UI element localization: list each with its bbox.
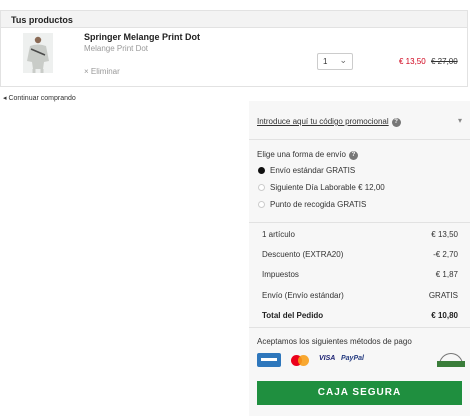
summary-value: € 13,50	[431, 230, 458, 239]
radio-icon[interactable]	[258, 201, 265, 208]
amex-icon	[257, 353, 281, 367]
summary-label: 1 artículo	[262, 230, 295, 239]
summary-row-items: 1 artículo € 13,50	[262, 230, 458, 239]
total-value: € 10,80	[431, 311, 458, 320]
order-summary-panel: Introduce aquí tu código promocional? ▾ …	[249, 101, 470, 416]
chevron-left-icon: ◂	[3, 95, 7, 102]
summary-value: -€ 2,70	[433, 250, 458, 259]
caret-down-icon[interactable]: ▾	[458, 116, 462, 125]
divider	[249, 139, 470, 140]
radio-icon[interactable]	[258, 184, 265, 191]
quantity-value: 1	[323, 57, 328, 66]
shipping-option-next-day[interactable]: Siguiente Día Laborable € 12,00	[258, 183, 385, 192]
cart-header: Tus productos	[1, 11, 467, 28]
promo-code-toggle[interactable]: Introduce aquí tu código promocional?	[257, 117, 401, 127]
shipping-option-standard[interactable]: Envío estándar GRATIS	[258, 166, 355, 175]
shipping-title: Elige una forma de envío?	[257, 150, 358, 160]
chevron-down-icon: ⌄	[339, 55, 347, 65]
summary-row-shipping: Envío (Envío estándar) GRATIS	[262, 291, 458, 300]
visa-logo: VISA	[319, 355, 336, 362]
shipping-option-pickup[interactable]: Punto de recogida GRATIS	[258, 200, 366, 209]
summary-label: Descuento (EXTRA20)	[262, 250, 344, 259]
summary-label: Impuestos	[262, 270, 299, 279]
continue-shopping-label: Continuar comprando	[8, 95, 76, 102]
divider	[249, 327, 470, 328]
product-variant: Melange Print Dot	[84, 44, 149, 53]
sale-price: € 13,50	[399, 57, 426, 66]
security-seal-icon	[437, 351, 465, 367]
payment-methods-title: Aceptamos los siguientes métodos de pago	[257, 337, 412, 346]
shipping-title-label: Elige una forma de envío	[257, 150, 346, 159]
summary-label: Envío (Envío estándar)	[262, 291, 344, 300]
help-icon[interactable]: ?	[391, 118, 401, 127]
checkout-button[interactable]: CAJA SEGURA	[257, 381, 462, 405]
original-price: € 27,00	[431, 57, 458, 66]
shipping-option-label: Punto de recogida GRATIS	[270, 200, 367, 209]
payment-logos: VISA PayPal	[257, 351, 465, 371]
product-thumbnail[interactable]	[23, 33, 53, 73]
mastercard-icon	[291, 355, 309, 366]
shipping-option-label: Siguiente Día Laborable € 12,00	[270, 183, 385, 192]
summary-row-taxes: Impuestos € 1,87	[262, 270, 458, 279]
paypal-logo: PayPal	[341, 355, 364, 362]
continue-shopping-link[interactable]: ◂ Continuar comprando	[3, 94, 76, 102]
help-icon[interactable]: ?	[348, 151, 358, 160]
summary-value: GRATIS	[428, 291, 458, 300]
remove-item-button[interactable]: × Eliminar	[84, 67, 120, 76]
cart-item: Springer Melange Print Dot Melange Print…	[1, 28, 467, 87]
promo-code-label: Introduce aquí tu código promocional	[257, 117, 389, 126]
product-name[interactable]: Springer Melange Print Dot	[84, 32, 200, 42]
radio-selected-icon[interactable]	[258, 167, 265, 174]
summary-row-total: Total del Pedido € 10,80	[262, 311, 458, 320]
quantity-select[interactable]: 1 ⌄	[317, 53, 353, 70]
divider	[249, 222, 470, 223]
summary-value: € 1,87	[435, 270, 458, 279]
summary-row-discount: Descuento (EXTRA20) -€ 2,70	[262, 250, 458, 259]
shipping-option-label: Envío estándar GRATIS	[270, 166, 356, 175]
total-label: Total del Pedido	[262, 311, 324, 320]
cart-box: Tus productos Springer Melange Print Dot…	[0, 10, 468, 87]
